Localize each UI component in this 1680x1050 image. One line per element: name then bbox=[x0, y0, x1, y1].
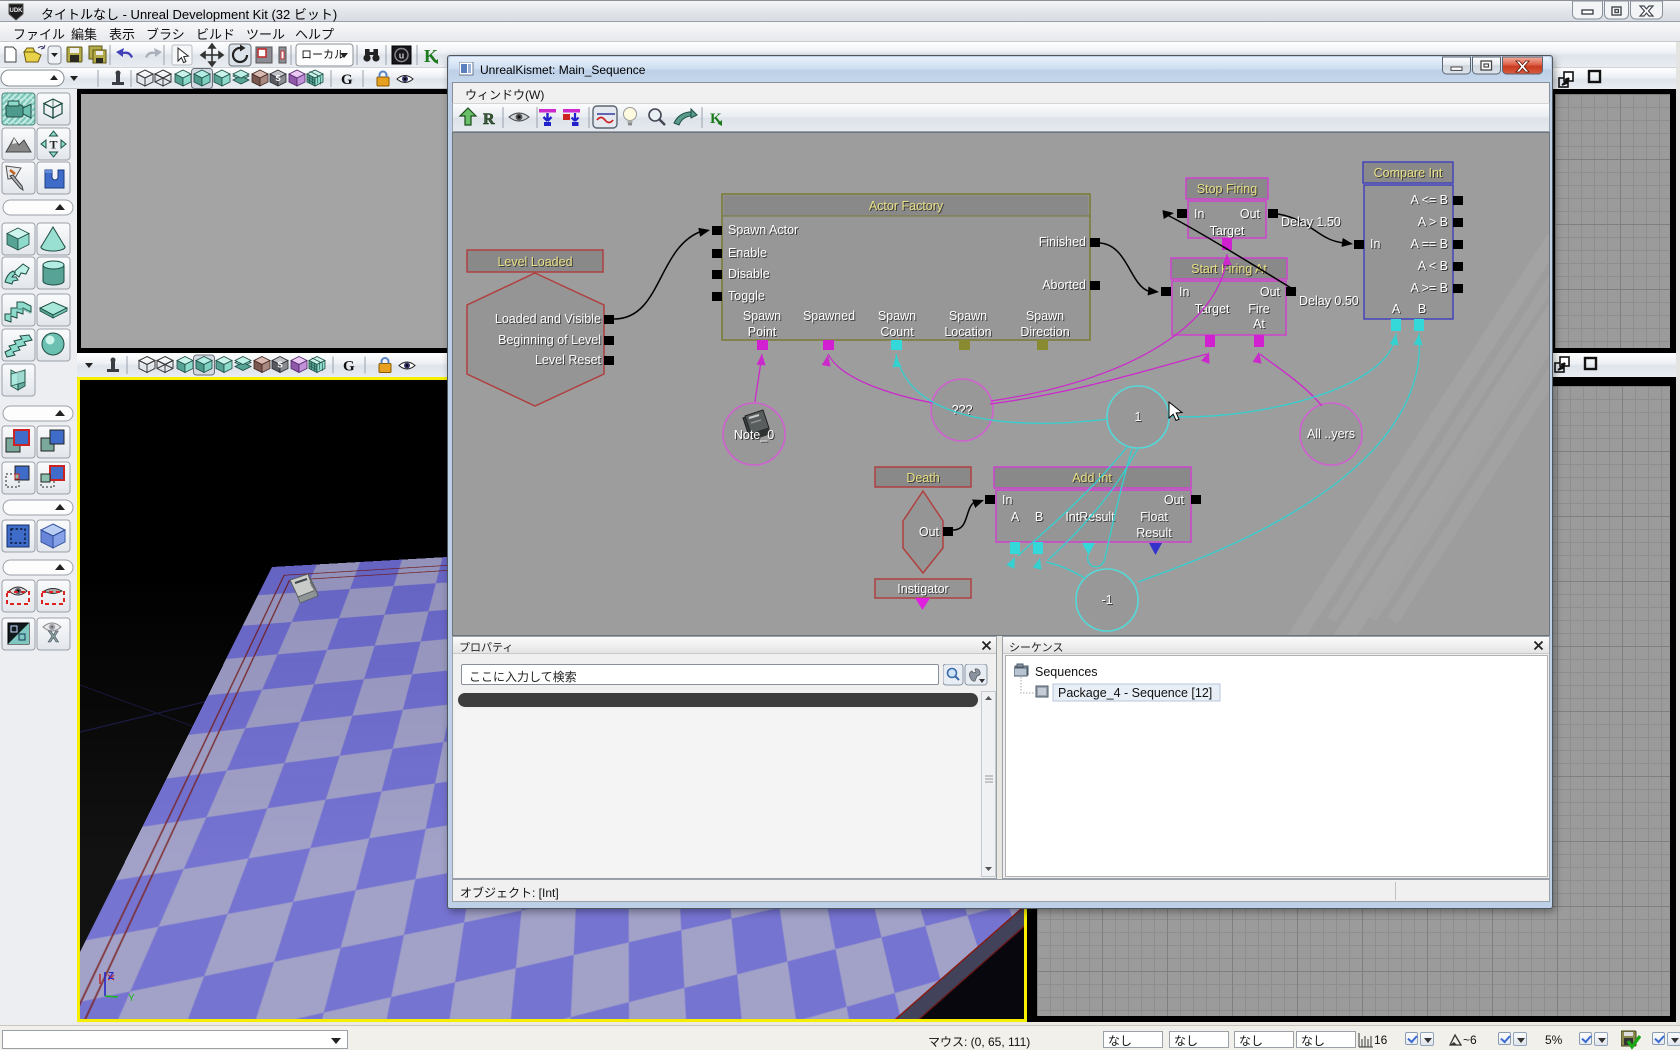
svg-text:Count: Count bbox=[880, 325, 914, 339]
svg-text:Stop Firing: Stop Firing bbox=[1197, 182, 1257, 196]
svg-text:Spawn: Spawn bbox=[949, 309, 987, 323]
svg-text:-1: -1 bbox=[1101, 593, 1112, 607]
svg-text:Direction: Direction bbox=[1020, 325, 1069, 339]
svg-text:Package_4 - Sequence [12]: Package_4 - Sequence [12] bbox=[1058, 686, 1212, 700]
svg-text:A >= B: A >= B bbox=[1410, 281, 1448, 295]
svg-text:u: u bbox=[399, 51, 405, 61]
svg-text:Actor Factory: Actor Factory bbox=[869, 199, 944, 213]
svg-text:Finished: Finished bbox=[1039, 235, 1086, 249]
svg-text:Out: Out bbox=[1260, 285, 1281, 299]
svg-text:T: T bbox=[49, 138, 57, 152]
svg-text:Level Reset: Level Reset bbox=[535, 353, 602, 367]
svg-text:Point: Point bbox=[748, 325, 777, 339]
svg-text:K: K bbox=[424, 46, 438, 66]
svg-text:A <= B: A <= B bbox=[1410, 193, 1448, 207]
svg-text:Target: Target bbox=[1210, 224, 1245, 238]
svg-text:Spawned: Spawned bbox=[803, 309, 855, 323]
svg-text:Spawn Actor: Spawn Actor bbox=[728, 223, 798, 237]
svg-text:All ..yers: All ..yers bbox=[1307, 427, 1355, 441]
svg-text:Death: Death bbox=[906, 471, 939, 485]
svg-text:Compare Int: Compare Int bbox=[1374, 166, 1443, 180]
svg-text:Delay 0.50: Delay 0.50 bbox=[1299, 294, 1359, 308]
svg-text:S: S bbox=[277, 361, 283, 370]
svg-text:Note_0: Note_0 bbox=[734, 428, 774, 442]
svg-text:Delay 1.50: Delay 1.50 bbox=[1281, 215, 1341, 229]
svg-text:A: A bbox=[1392, 302, 1401, 316]
svg-text:B: B bbox=[1418, 302, 1426, 316]
svg-text:1: 1 bbox=[1135, 410, 1142, 424]
svg-text:???: ??? bbox=[952, 403, 973, 417]
svg-text:A > B: A > B bbox=[1418, 215, 1448, 229]
svg-text:Instigator: Instigator bbox=[897, 582, 948, 596]
svg-text:Y: Y bbox=[128, 993, 135, 1004]
svg-text:Toggle: Toggle bbox=[728, 289, 765, 303]
svg-text:Beginning of Level: Beginning of Level bbox=[498, 333, 601, 347]
svg-text:A == B: A == B bbox=[1410, 237, 1448, 251]
svg-text:X: X bbox=[48, 629, 59, 646]
svg-text:S: S bbox=[275, 74, 281, 83]
svg-text:In: In bbox=[1002, 493, 1012, 507]
svg-text:Out: Out bbox=[1240, 207, 1261, 221]
svg-text:In: In bbox=[1370, 237, 1380, 251]
svg-text:At: At bbox=[1253, 317, 1265, 331]
svg-text:ローカル: ローカル bbox=[301, 48, 345, 61]
svg-text:In: In bbox=[1179, 285, 1189, 299]
svg-text:Spawn: Spawn bbox=[1026, 309, 1064, 323]
svg-text:Fire: Fire bbox=[1248, 302, 1270, 316]
svg-text:R: R bbox=[483, 111, 495, 128]
svg-text:Add Int: Add Int bbox=[1072, 471, 1112, 485]
svg-text:Enable: Enable bbox=[728, 246, 767, 260]
svg-text:Spawn: Spawn bbox=[743, 309, 781, 323]
svg-text:In: In bbox=[1194, 207, 1204, 221]
svg-text:Result: Result bbox=[1136, 526, 1172, 540]
svg-text:Out: Out bbox=[1164, 493, 1185, 507]
svg-text:Level Loaded: Level Loaded bbox=[497, 255, 572, 269]
svg-text:Z: Z bbox=[108, 971, 114, 982]
svg-text:Spawn: Spawn bbox=[878, 309, 916, 323]
svg-text:Aborted: Aborted bbox=[1042, 278, 1086, 292]
svg-text:A < B: A < B bbox=[1418, 259, 1448, 273]
svg-text:Loaded and Visible: Loaded and Visible bbox=[495, 312, 601, 326]
svg-text:Out: Out bbox=[919, 525, 940, 539]
svg-text:Sequences: Sequences bbox=[1035, 665, 1098, 679]
svg-text:Float: Float bbox=[1140, 510, 1168, 524]
svg-text:G: G bbox=[343, 359, 355, 375]
svg-text:G: G bbox=[341, 72, 353, 88]
svg-text:A: A bbox=[1011, 510, 1020, 524]
svg-text:Disable: Disable bbox=[728, 267, 770, 281]
svg-text:UDK: UDK bbox=[10, 8, 24, 14]
svg-text:Location: Location bbox=[944, 325, 991, 339]
svg-text:B: B bbox=[1035, 510, 1043, 524]
